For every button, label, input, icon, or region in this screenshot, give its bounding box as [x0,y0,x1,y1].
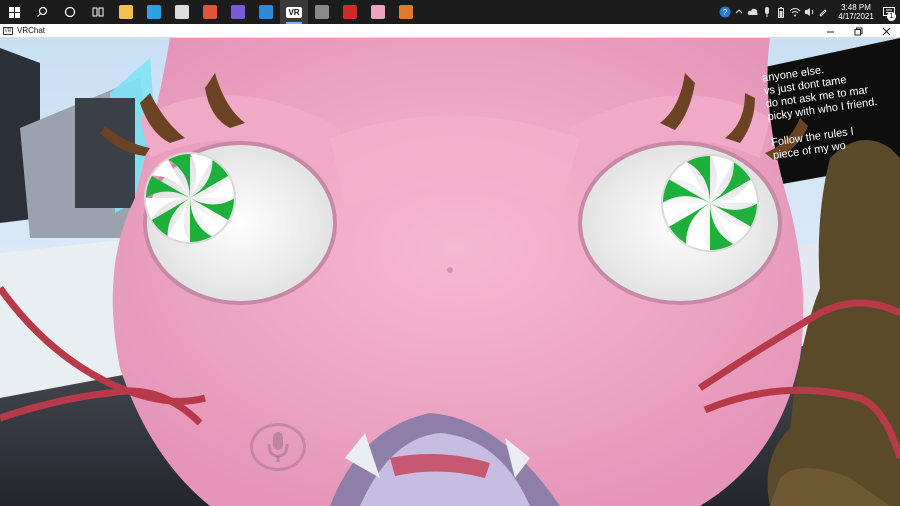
taskbar-app-app-lightning[interactable] [168,0,196,24]
rules-sign: anyone else. vs just dont tame do not ask … [740,38,900,200]
minimize-button[interactable] [816,24,844,38]
left-eye [143,141,337,305]
nose-dot [447,267,453,273]
taskbar-app-app-drop[interactable] [196,0,224,24]
wifi-icon[interactable] [788,0,802,24]
microphone-icon [267,432,289,462]
app-blue-icon [259,5,273,19]
task-view-button[interactable] [84,0,112,24]
start-button[interactable] [0,0,28,24]
taskbar-app-file-explorer[interactable] [112,0,140,24]
cortana-button[interactable] [56,0,84,24]
edge-icon [147,5,161,19]
pen-icon[interactable] [816,0,830,24]
window-controls [816,24,900,38]
close-button[interactable] [872,24,900,38]
app-gallery-icon [231,5,245,19]
search-button[interactable] [28,0,56,24]
chevron-up-icon[interactable] [732,0,746,24]
taskbar-app-app-red-face[interactable] [336,0,364,24]
voice-mic-indicator [250,423,306,471]
app-red-face-icon [343,5,357,19]
svg-text:?: ? [723,8,728,17]
vrchat-game-view[interactable]: anyone else. vs just dont tame do not ask … [0,38,900,506]
taskbar-app-app-pink[interactable] [364,0,392,24]
close-icon [882,27,890,35]
taskbar-left: VR [0,0,420,24]
app-bug-icon [315,5,329,19]
minimize-icon [826,31,834,32]
app-orange-icon [399,5,413,19]
app-drop-icon [203,5,217,19]
pinned-apps: VR [112,0,420,24]
clock-date: 4/17/2021 [838,12,874,21]
app-lightning-icon [175,5,189,19]
vrchat-icon: VR [286,6,302,18]
clock-time: 3:48 PM [841,3,871,12]
taskbar-app-app-bug[interactable] [308,0,336,24]
left-sign-board [75,98,135,208]
maximize-button[interactable] [844,24,872,38]
system-tray: ? 3:48 PM 4/17/2021 1 [718,0,900,24]
notification-center-button[interactable]: 1 [878,0,900,24]
window-title: VRChat [17,26,46,35]
taskbar-app-app-gallery[interactable] [224,0,252,24]
taskbar-app-edge[interactable] [140,0,168,24]
app-pink-icon [371,5,385,19]
taskbar-app-vrchat[interactable]: VR [280,0,308,24]
windows-logo-icon [8,6,20,18]
cortana-circle-icon [64,6,76,18]
restore-icon [854,27,862,35]
battery-icon[interactable] [774,0,788,24]
window-titlebar[interactable]: VR VRChat [0,24,900,38]
microphone-tray-icon[interactable] [760,0,774,24]
search-icon [37,6,48,17]
task-view-icon [92,7,104,17]
cloud-icon[interactable] [746,0,760,24]
vrchat-window-icon: VR [3,26,13,35]
windows-taskbar: VR ? 3:48 PM 4/17/2021 1 [0,0,900,24]
volume-icon[interactable] [802,0,816,24]
right-peppermint-iris [661,154,759,252]
sign-text-lines: anyone else. vs just dont tame do not ask … [761,57,883,163]
help-icon[interactable]: ? [718,0,732,24]
taskbar-clock[interactable]: 3:48 PM 4/17/2021 [834,3,878,21]
left-peppermint-iris [144,152,236,244]
file-explorer-icon [119,5,133,19]
taskbar-app-app-orange[interactable] [392,0,420,24]
notification-count-badge: 1 [887,12,896,21]
taskbar-app-app-blue[interactable] [252,0,280,24]
